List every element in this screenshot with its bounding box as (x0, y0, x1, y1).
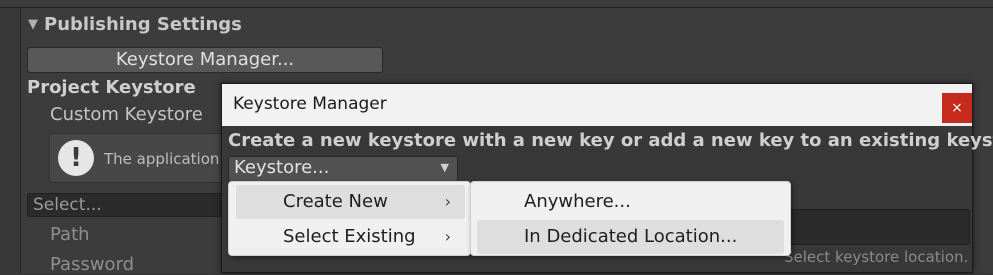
menu-item-label: Select Existing (283, 226, 416, 247)
section-title: Publishing Settings (44, 14, 242, 35)
top-strip (0, 0, 993, 8)
close-icon: × (951, 100, 963, 116)
dialog-titlebar[interactable]: Keystore Manager × (222, 84, 972, 126)
custom-keystore-label: Custom Keystore (50, 104, 203, 125)
keystore-dropdown-value: Keystore... (234, 157, 330, 178)
project-keystore-label: Project Keystore (27, 77, 196, 98)
menu-item-label: Anywhere... (524, 191, 631, 212)
help-text: The application w (104, 150, 237, 168)
keystore-context-menu: Create New › Select Existing › (228, 181, 471, 256)
triangle-down-icon[interactable]: ▼ (28, 17, 38, 32)
keystore-location-hint: Select keystore location. (784, 248, 969, 266)
triangle-down-icon: ▼ (440, 161, 449, 174)
dialog-heading: Create a new keystore with a new key or … (228, 130, 993, 151)
publishing-settings-foldout[interactable]: ▼ Publishing Settings (28, 14, 242, 35)
menu-item-create-new[interactable]: Create New › (236, 185, 465, 219)
chevron-right-icon: › (444, 192, 451, 211)
path-label: Path (50, 224, 90, 245)
chevron-right-icon: › (444, 227, 451, 246)
exclamation-icon: ! (58, 140, 94, 176)
close-button[interactable]: × (942, 93, 972, 123)
keystore-manager-button[interactable]: Keystore Manager... (27, 47, 383, 73)
password-label: Password (50, 254, 135, 275)
keystore-location-field[interactable] (788, 209, 970, 245)
menu-item-in-dedicated-location[interactable]: In Dedicated Location... (477, 220, 784, 254)
keystore-dropdown[interactable]: Keystore... ▼ (228, 156, 458, 182)
create-new-submenu: Anywhere... In Dedicated Location... (470, 181, 791, 256)
menu-item-label: Create New (283, 191, 388, 212)
menu-item-label: In Dedicated Location... (524, 226, 738, 247)
help-box: ! The application w (49, 133, 249, 183)
menu-item-select-existing[interactable]: Select Existing › (236, 220, 465, 254)
dialog-title: Keystore Manager (233, 94, 387, 114)
keystore-select-field[interactable]: Select... (27, 193, 227, 217)
menu-item-anywhere[interactable]: Anywhere... (477, 185, 784, 219)
